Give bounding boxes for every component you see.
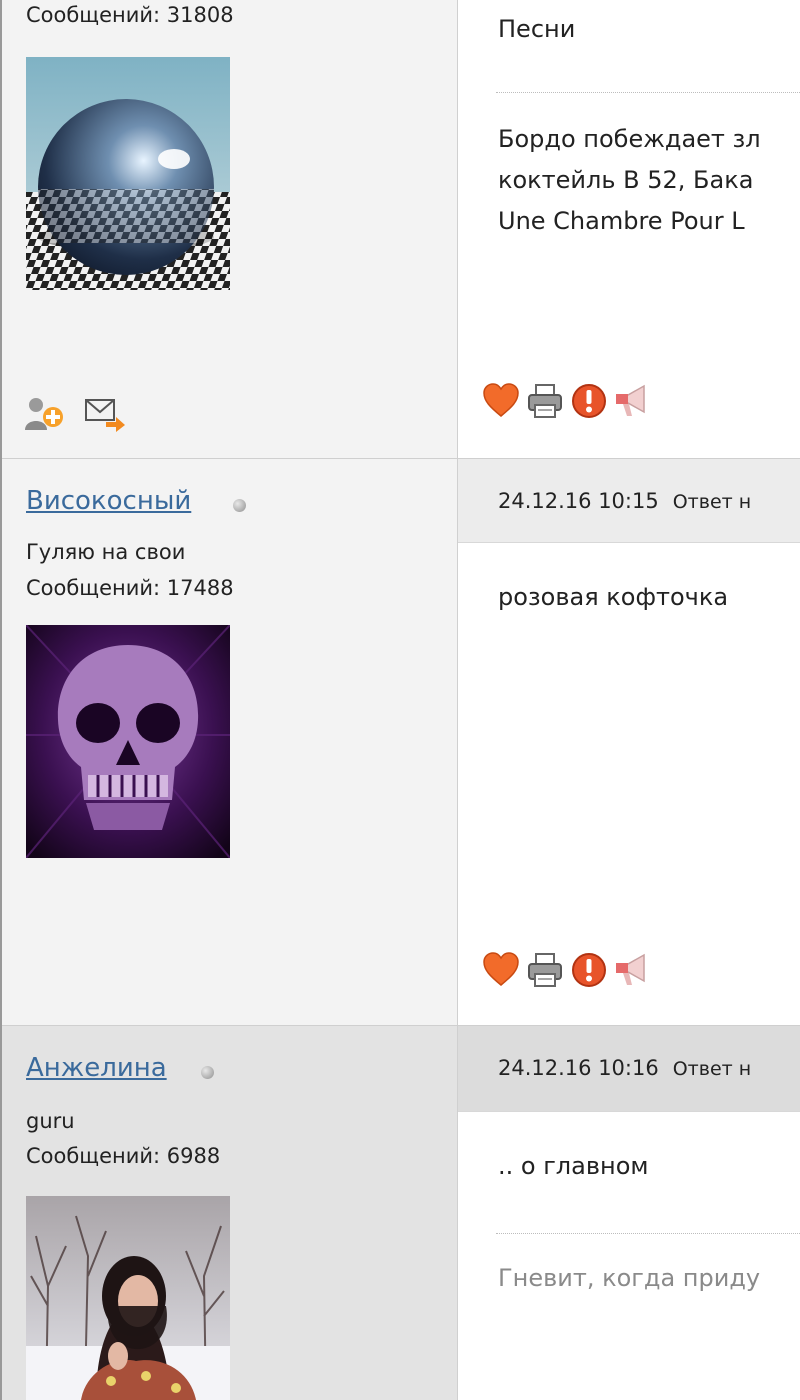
- post-meta: 24.12.16 10:16 Ответ н: [498, 1056, 751, 1080]
- post-header: 24.12.16 10:16 Ответ н: [458, 1026, 800, 1112]
- heart-icon[interactable]: [482, 382, 520, 420]
- megaphone-icon[interactable]: [614, 951, 652, 989]
- add-friend-icon[interactable]: [24, 396, 66, 432]
- print-icon[interactable]: [526, 382, 564, 420]
- signature-separator: [496, 1233, 800, 1234]
- post-author-panel: Анжелина guru Сообщений: 6988: [2, 1026, 458, 1400]
- warning-icon[interactable]: [570, 382, 608, 420]
- forum-post: Високосный Гуляю на свои Сообщений: 1748…: [2, 459, 800, 1026]
- user-title: guru: [26, 1109, 75, 1133]
- user-message-count: Сообщений: 31808: [26, 3, 234, 27]
- signature-line: Une Chambre Pour L: [498, 207, 745, 235]
- signature-line: коктейль В 52, Бака: [498, 166, 754, 194]
- signature-separator: [496, 92, 800, 93]
- reply-link[interactable]: Ответ н: [673, 491, 751, 513]
- offline-status-icon: [233, 499, 246, 512]
- username-link[interactable]: Високосный: [26, 486, 191, 516]
- username-link[interactable]: Анжелина: [26, 1053, 167, 1083]
- user-avatar: [26, 1196, 230, 1400]
- send-message-icon[interactable]: [84, 396, 126, 432]
- post-actions: [482, 951, 652, 989]
- post-meta: 24.12.16 10:15 Ответ н: [498, 489, 751, 513]
- post-content: 24.12.16 10:16 Ответ н .. о главном Гневи…: [458, 1026, 800, 1400]
- post-body-line: Песни: [498, 15, 576, 43]
- signature-line: Гневит, когда приду: [498, 1264, 761, 1292]
- post-date: 24.12.16 10:16: [498, 1056, 659, 1080]
- user-message-count: Сообщений: 17488: [26, 576, 234, 600]
- post-header: 24.12.16 10:15 Ответ н: [458, 459, 800, 543]
- post-author-panel: Сообщений: 31808: [2, 0, 458, 459]
- user-actions: [24, 396, 126, 432]
- user-message-count: Сообщений: 6988: [26, 1144, 221, 1168]
- post-content: 24.12.16 10:15 Ответ н розовая кофточка: [458, 459, 800, 1026]
- print-icon[interactable]: [526, 951, 564, 989]
- signature-line: Бордо побеждает зл: [498, 125, 761, 153]
- offline-status-icon: [201, 1066, 214, 1079]
- megaphone-icon[interactable]: [614, 382, 652, 420]
- user-avatar: [26, 625, 230, 858]
- post-date: 24.12.16 10:15: [498, 489, 659, 513]
- post-body-line: розовая кофточка: [498, 583, 729, 611]
- forum-post: Анжелина guru Сообщений: 6988 24.12.16 1…: [2, 1026, 800, 1400]
- post-actions: [482, 382, 652, 420]
- user-avatar: [26, 57, 230, 290]
- post-body-line: .. о главном: [498, 1152, 649, 1180]
- post-author-panel: Високосный Гуляю на свои Сообщений: 1748…: [2, 459, 458, 1026]
- post-content: Песни Бордо побеждает зл коктейль В 52, …: [458, 0, 800, 459]
- forum-post: Сообщений: 31808 Песни Бордо побеждает з…: [2, 0, 800, 459]
- user-title: Гуляю на свои: [26, 540, 186, 564]
- warning-icon[interactable]: [570, 951, 608, 989]
- heart-icon[interactable]: [482, 951, 520, 989]
- reply-link[interactable]: Ответ н: [673, 1058, 751, 1080]
